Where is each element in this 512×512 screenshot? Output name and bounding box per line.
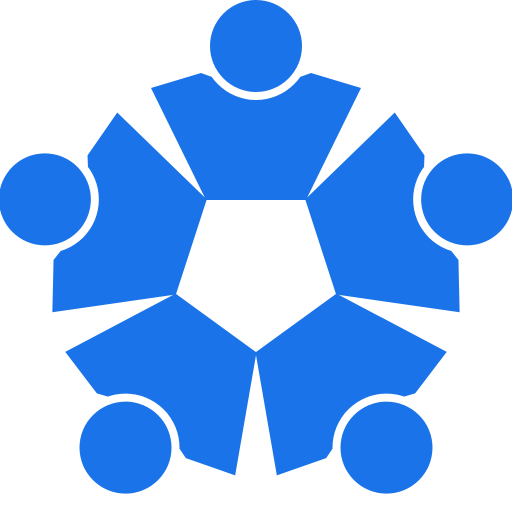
community-circle-icon — [0, 0, 512, 512]
person-3 — [255, 293, 447, 502]
person-1 — [151, 0, 361, 200]
person-2 — [305, 112, 512, 313]
person-head — [340, 401, 433, 494]
people-group — [0, 0, 512, 502]
community-logo-graphic — [0, 0, 512, 502]
person-head — [421, 153, 512, 246]
person-head — [0, 153, 91, 246]
person-head — [79, 401, 172, 494]
person-5 — [0, 112, 207, 313]
person-head — [210, 0, 302, 92]
person-4 — [65, 293, 257, 502]
